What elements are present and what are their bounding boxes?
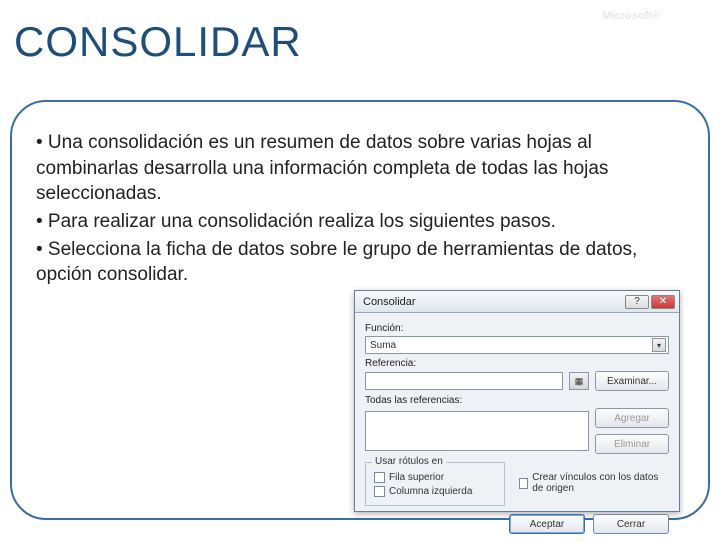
consolidar-dialog: Consolidar ? ✕ Función: Suma ▾ Referenci…: [354, 290, 680, 512]
window-buttons: ? ✕: [625, 295, 675, 309]
checkbox-fila-superior[interactable]: [374, 472, 385, 483]
slide-title: CONSOLIDAR: [14, 18, 302, 66]
aceptar-button[interactable]: Aceptar: [509, 514, 585, 534]
bullet-item: • Una consolidación es un resumen de dat…: [36, 130, 684, 207]
checkbox-crear-vinculos[interactable]: [519, 478, 528, 489]
agregar-button[interactable]: Agregar: [595, 408, 669, 428]
bullet-item: • Selecciona la ficha de datos sobre le …: [36, 237, 684, 288]
close-icon[interactable]: ✕: [651, 295, 675, 309]
group-title: Usar rótulos en: [372, 456, 446, 467]
rotulos-group: Usar rótulos en Fila superior Columna iz…: [365, 462, 505, 506]
bullet-item: • Para realizar una consolidación realiz…: [36, 209, 684, 235]
funcion-value: Suma: [370, 340, 396, 351]
label-funcion: Función:: [365, 323, 669, 334]
dialog-body: Función: Suma ▾ Referencia: ▦ Examinar..…: [355, 313, 679, 542]
label-todas-referencias: Todas las referencias:: [365, 395, 669, 406]
label-referencia: Referencia:: [365, 358, 669, 369]
eliminar-button[interactable]: Eliminar: [595, 434, 669, 454]
watermark-text: Microsoft®: [602, 10, 660, 22]
todas-referencias-listbox[interactable]: [365, 411, 589, 451]
label-fila-superior: Fila superior: [389, 472, 444, 483]
funcion-combobox[interactable]: Suma ▾: [365, 336, 669, 354]
dialog-title: Consolidar: [363, 296, 416, 308]
chevron-down-icon[interactable]: ▾: [652, 338, 666, 352]
dialog-titlebar: Consolidar ? ✕: [355, 291, 679, 313]
referencia-input[interactable]: [365, 372, 563, 390]
label-columna-izquierda: Columna izquierda: [389, 486, 472, 497]
checkbox-columna-izquierda[interactable]: [374, 486, 385, 497]
range-picker-icon[interactable]: ▦: [569, 372, 589, 390]
cerrar-button[interactable]: Cerrar: [593, 514, 669, 534]
help-icon[interactable]: ?: [625, 295, 649, 309]
label-crear-vinculos: Crear vínculos con los datos de origen: [532, 472, 669, 494]
examinar-button[interactable]: Examinar...: [595, 371, 669, 391]
content-frame: • Una consolidación es un resumen de dat…: [10, 100, 710, 520]
